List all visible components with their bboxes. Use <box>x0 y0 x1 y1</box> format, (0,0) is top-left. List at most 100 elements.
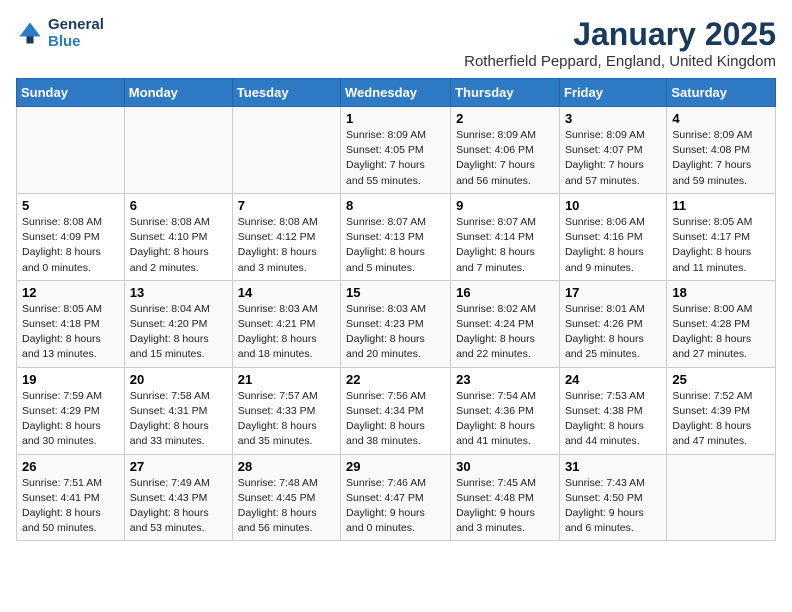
day-number: 22 <box>346 372 445 387</box>
table-row: 12 Sunrise: 8:05 AM Sunset: 4:18 PM Dayli… <box>17 280 125 367</box>
day-number: 2 <box>456 111 554 126</box>
day-number: 27 <box>130 459 227 474</box>
col-monday: Monday <box>124 79 232 107</box>
day-number: 9 <box>456 198 554 213</box>
column-headers: Sunday Monday Tuesday Wednesday Thursday… <box>17 79 776 107</box>
table-row: 20Sunrise: 7:58 AM Sunset: 4:31 PM Dayli… <box>124 367 232 454</box>
table-row: 27 Sunrise: 7:49 AM Sunset: 4:43 PM Dayli… <box>124 454 232 541</box>
calendar-table: Sunday Monday Tuesday Wednesday Thursday… <box>16 78 776 541</box>
table-row: 2 Sunrise: 8:09 AM Sunset: 4:06 PM Daylig… <box>451 107 560 194</box>
day-number: 17 <box>565 285 661 300</box>
week-row-3: 12 Sunrise: 8:05 AM Sunset: 4:18 PM Dayli… <box>17 280 776 367</box>
week-row-5: 26 Sunrise: 7:51 AM Sunset: 4:41 PM Dayli… <box>17 454 776 541</box>
day-number: 26 <box>22 459 119 474</box>
day-info: Sunrise: 8:05 AM Sunset: 4:18 PM Dayligh… <box>22 302 119 363</box>
day-info: Sunrise: 8:04 AM Sunset: 4:20 PM Dayligh… <box>130 302 227 363</box>
day-info: Sunrise: 7:52 AM Sunset: 4:39 PM Dayligh… <box>672 389 770 450</box>
col-sunday: Sunday <box>17 79 125 107</box>
table-row: 11 Sunrise: 8:05 AM Sunset: 4:17 PM Dayli… <box>667 193 776 280</box>
table-row <box>124 107 232 194</box>
day-info: Sunrise: 7:46 AM Sunset: 4:47 PM Dayligh… <box>346 476 445 537</box>
col-wednesday: Wednesday <box>341 79 451 107</box>
table-row <box>17 107 125 194</box>
table-row: 29 Sunrise: 7:46 AM Sunset: 4:47 PM Dayli… <box>341 454 451 541</box>
day-info: Sunrise: 8:08 AM Sunset: 4:10 PM Dayligh… <box>130 215 227 276</box>
col-friday: Friday <box>559 79 666 107</box>
table-row: 22Sunrise: 7:56 AM Sunset: 4:34 PM Dayli… <box>341 367 451 454</box>
table-row: 23 Sunrise: 7:54 AM Sunset: 4:36 PM Dayli… <box>451 367 560 454</box>
col-tuesday: Tuesday <box>232 79 340 107</box>
table-row: 7Sunrise: 8:08 AM Sunset: 4:12 PM Daylig… <box>232 193 340 280</box>
day-info: Sunrise: 7:48 AM Sunset: 4:45 PM Dayligh… <box>238 476 335 537</box>
header: General Blue January 2025 Rotherfield Pe… <box>16 16 776 70</box>
table-row: 9Sunrise: 8:07 AM Sunset: 4:14 PM Daylig… <box>451 193 560 280</box>
day-info: Sunrise: 7:45 AM Sunset: 4:48 PM Dayligh… <box>456 476 554 537</box>
day-number: 5 <box>22 198 119 213</box>
table-row: 3 Sunrise: 8:09 AM Sunset: 4:07 PM Daylig… <box>559 107 666 194</box>
day-number: 1 <box>346 111 445 126</box>
title-area: January 2025 Rotherfield Peppard, Englan… <box>464 16 776 70</box>
table-row: 13 Sunrise: 8:04 AM Sunset: 4:20 PM Dayli… <box>124 280 232 367</box>
day-info: Sunrise: 8:01 AM Sunset: 4:26 PM Dayligh… <box>565 302 661 363</box>
day-number: 14 <box>238 285 335 300</box>
day-info: Sunrise: 8:06 AM Sunset: 4:16 PM Dayligh… <box>565 215 661 276</box>
table-row: 26 Sunrise: 7:51 AM Sunset: 4:41 PM Dayli… <box>17 454 125 541</box>
day-info: Sunrise: 7:58 AM Sunset: 4:31 PM Dayligh… <box>130 389 227 450</box>
day-number: 6 <box>130 198 227 213</box>
table-row: 1Sunrise: 8:09 AM Sunset: 4:05 PM Daylig… <box>341 107 451 194</box>
day-number: 3 <box>565 111 661 126</box>
table-row: 19Sunrise: 7:59 AM Sunset: 4:29 PM Dayli… <box>17 367 125 454</box>
table-row: 4Sunrise: 8:09 AM Sunset: 4:08 PM Daylig… <box>667 107 776 194</box>
day-number: 4 <box>672 111 770 126</box>
day-info: Sunrise: 8:03 AM Sunset: 4:21 PM Dayligh… <box>238 302 335 363</box>
table-row: 14 Sunrise: 8:03 AM Sunset: 4:21 PM Dayli… <box>232 280 340 367</box>
day-number: 30 <box>456 459 554 474</box>
day-info: Sunrise: 7:57 AM Sunset: 4:33 PM Dayligh… <box>238 389 335 450</box>
logo: General Blue <box>16 16 104 50</box>
logo-icon <box>16 19 44 47</box>
day-info: Sunrise: 8:09 AM Sunset: 4:06 PM Dayligh… <box>456 128 554 189</box>
table-row: 5 Sunrise: 8:08 AM Sunset: 4:09 PM Daylig… <box>17 193 125 280</box>
day-info: Sunrise: 8:08 AM Sunset: 4:09 PM Dayligh… <box>22 215 119 276</box>
col-thursday: Thursday <box>451 79 560 107</box>
day-info: Sunrise: 8:02 AM Sunset: 4:24 PM Dayligh… <box>456 302 554 363</box>
table-row: 16 Sunrise: 8:02 AM Sunset: 4:24 PM Dayli… <box>451 280 560 367</box>
table-row: 15 Sunrise: 8:03 AM Sunset: 4:23 PM Dayli… <box>341 280 451 367</box>
table-row: 6 Sunrise: 8:08 AM Sunset: 4:10 PM Daylig… <box>124 193 232 280</box>
day-number: 7 <box>238 198 335 213</box>
day-info: Sunrise: 7:51 AM Sunset: 4:41 PM Dayligh… <box>22 476 119 537</box>
day-number: 29 <box>346 459 445 474</box>
day-number: 15 <box>346 285 445 300</box>
table-row: 17 Sunrise: 8:01 AM Sunset: 4:26 PM Dayli… <box>559 280 666 367</box>
day-number: 11 <box>672 198 770 213</box>
day-number: 13 <box>130 285 227 300</box>
calendar-title: January 2025 <box>464 16 776 53</box>
day-info: Sunrise: 8:00 AM Sunset: 4:28 PM Dayligh… <box>672 302 770 363</box>
day-info: Sunrise: 8:07 AM Sunset: 4:13 PM Dayligh… <box>346 215 445 276</box>
day-info: Sunrise: 8:03 AM Sunset: 4:23 PM Dayligh… <box>346 302 445 363</box>
table-row <box>232 107 340 194</box>
week-row-1: 1Sunrise: 8:09 AM Sunset: 4:05 PM Daylig… <box>17 107 776 194</box>
day-info: Sunrise: 8:09 AM Sunset: 4:07 PM Dayligh… <box>565 128 661 189</box>
day-number: 16 <box>456 285 554 300</box>
day-info: Sunrise: 7:49 AM Sunset: 4:43 PM Dayligh… <box>130 476 227 537</box>
day-number: 28 <box>238 459 335 474</box>
day-info: Sunrise: 7:43 AM Sunset: 4:50 PM Dayligh… <box>565 476 661 537</box>
table-row: 31 Sunrise: 7:43 AM Sunset: 4:50 PM Dayli… <box>559 454 666 541</box>
col-saturday: Saturday <box>667 79 776 107</box>
day-number: 23 <box>456 372 554 387</box>
day-info: Sunrise: 8:05 AM Sunset: 4:17 PM Dayligh… <box>672 215 770 276</box>
table-row: 30 Sunrise: 7:45 AM Sunset: 4:48 PM Dayli… <box>451 454 560 541</box>
table-row: 8Sunrise: 8:07 AM Sunset: 4:13 PM Daylig… <box>341 193 451 280</box>
table-row: 24 Sunrise: 7:53 AM Sunset: 4:38 PM Dayli… <box>559 367 666 454</box>
day-number: 31 <box>565 459 661 474</box>
table-row <box>667 454 776 541</box>
table-row: 28 Sunrise: 7:48 AM Sunset: 4:45 PM Dayli… <box>232 454 340 541</box>
table-row: 10Sunrise: 8:06 AM Sunset: 4:16 PM Dayli… <box>559 193 666 280</box>
day-info: Sunrise: 7:54 AM Sunset: 4:36 PM Dayligh… <box>456 389 554 450</box>
day-info: Sunrise: 7:53 AM Sunset: 4:38 PM Dayligh… <box>565 389 661 450</box>
table-row: 25Sunrise: 7:52 AM Sunset: 4:39 PM Dayli… <box>667 367 776 454</box>
day-number: 12 <box>22 285 119 300</box>
day-number: 24 <box>565 372 661 387</box>
table-row: 21Sunrise: 7:57 AM Sunset: 4:33 PM Dayli… <box>232 367 340 454</box>
